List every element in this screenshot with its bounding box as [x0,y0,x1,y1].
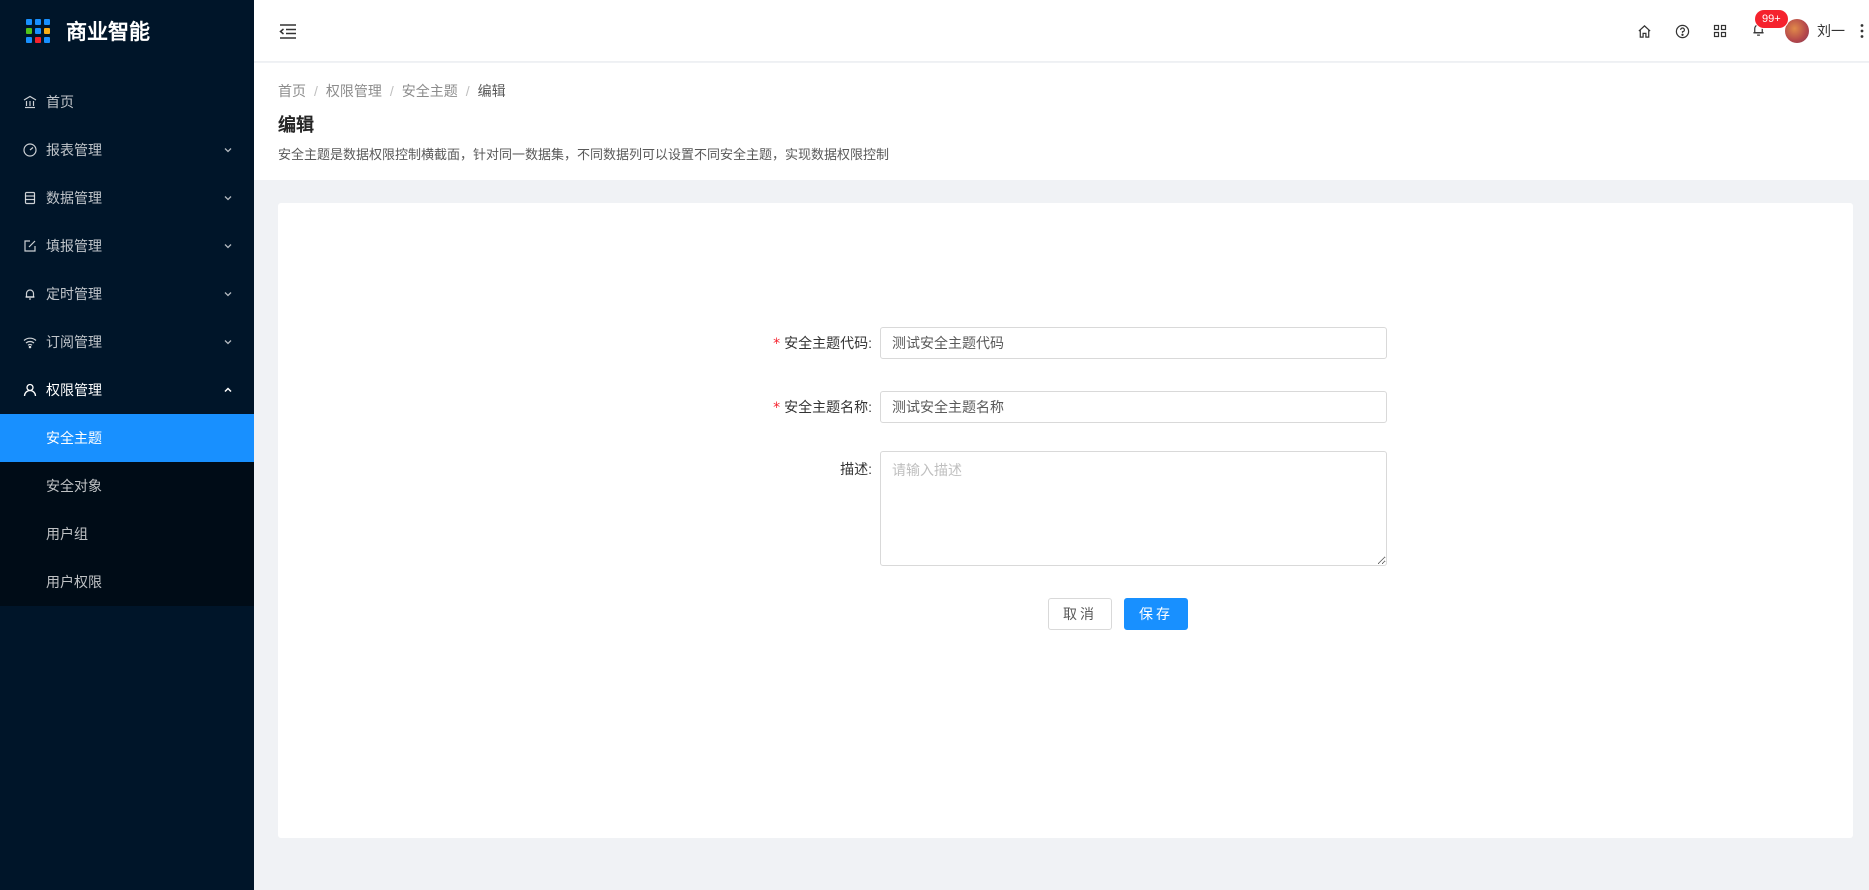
logo-dot [44,28,50,34]
sidebar-item-label: 订阅管理 [46,334,102,350]
required-mark: * [773,336,781,352]
sidebar-item-label: 报表管理 [46,142,102,158]
name-label-text: 安全主题名称: [784,399,872,415]
apps-icon[interactable] [1701,0,1739,62]
page-title: 编辑 [278,115,314,135]
page-description: 安全主题是数据权限控制横截面，针对同一数据集，不同数据列可以设置不同安全主题，实… [278,147,890,162]
required-mark: * [773,400,781,416]
breadcrumb-separator: / [465,83,470,99]
description-textarea[interactable] [880,451,1387,566]
more-vertical-icon[interactable] [1855,0,1869,62]
logo-dot [26,28,32,34]
chevron-down-icon [222,144,234,156]
sidebar-item-data[interactable]: 数据管理 [0,174,254,222]
logo[interactable]: 商业智能 [0,0,254,62]
sidebar-item-label: 定时管理 [46,286,102,302]
user-menu[interactable]: 刘一 [1777,0,1855,62]
logo-dot [26,19,32,25]
dashboard-icon [22,142,38,158]
breadcrumb-security-theme[interactable]: 安全主题 [402,81,458,101]
notification-button[interactable]: 99+ [1739,0,1788,62]
chevron-up-icon [222,384,234,396]
breadcrumb-home[interactable]: 首页 [278,81,306,101]
sidebar-item-schedule[interactable]: 定时管理 [0,270,254,318]
sidebar-subitem-user-group[interactable]: 用户组 [0,510,254,558]
bell-icon [22,286,38,302]
chevron-down-icon [222,192,234,204]
logo-dot [35,19,41,25]
header-actions: 99+ 刘一 [1625,0,1869,62]
help-icon[interactable] [1663,0,1701,62]
breadcrumb: 首页 / 权限管理 / 安全主题 / 编辑 [278,81,506,101]
save-button[interactable]: 保存 [1124,598,1188,630]
name-label: * 安全主题名称: [730,391,880,424]
sidebar-item-subscription[interactable]: 订阅管理 [0,318,254,366]
sidebar-subitem-security-object[interactable]: 安全对象 [0,462,254,510]
sidebar-item-home[interactable]: 首页 [0,78,254,126]
home-icon[interactable] [1625,0,1663,62]
user-icon [22,382,38,398]
menu-fold-icon[interactable] [278,21,298,41]
sidebar-menu: 首页 报表管理 数据管理 填报管理 定时管理 订阅管理 权限管理 安全主题 安全… [0,78,254,606]
code-label: * 安全主题代码: [730,327,880,360]
sidebar-item-label: 首页 [46,94,74,110]
logo-dot [35,28,41,34]
breadcrumb-separator: / [314,83,318,99]
wifi-icon [22,334,38,350]
app-grid-logo-icon [26,19,50,43]
edit-icon [22,238,38,254]
code-label-text: 安全主题代码: [784,335,872,351]
security-theme-code-input[interactable] [880,327,1387,359]
sidebar-subitem-security-theme[interactable]: 安全主题 [0,414,254,462]
form-row-description: 描述: [730,451,1387,566]
form-card: *安全主题代码: *安全主题名称: 描述: 取消 保存 [278,203,1853,838]
chevron-down-icon [222,288,234,300]
description-label: 描述: [840,461,872,477]
avatar [1785,19,1809,43]
security-theme-name-input[interactable] [880,391,1387,423]
top-header: 99+ 刘一 [254,0,1869,62]
logo-dot [44,19,50,25]
logo-dot [44,37,50,43]
breadcrumb-separator: / [389,83,394,99]
sidebar-item-reports[interactable]: 报表管理 [0,126,254,174]
logo-dot [35,37,41,43]
sidebar-item-fill[interactable]: 填报管理 [0,222,254,270]
permissions-submenu: 安全主题 安全对象 用户组 用户权限 [0,414,254,606]
breadcrumb-permissions[interactable]: 权限管理 [326,81,382,101]
breadcrumb-current: 编辑 [477,83,506,99]
sidebar-item-label: 权限管理 [46,382,102,398]
form-row-code: * 安全主题代码: [730,327,1387,360]
form-row-name: * 安全主题名称: [730,391,1387,424]
database-icon [22,190,38,206]
logo-dot [26,37,32,43]
app-title: 商业智能 [66,21,150,44]
sidebar-item-label: 填报管理 [46,238,102,254]
cancel-button[interactable]: 取消 [1048,598,1112,630]
username: 刘一 [1817,23,1845,39]
chevron-down-icon [222,240,234,252]
chevron-down-icon [222,336,234,348]
sidebar-subitem-user-permission[interactable]: 用户权限 [0,558,254,606]
page-header: 首页 / 权限管理 / 安全主题 / 编辑 编辑 安全主题是数据权限控制横截面，… [254,63,1869,180]
notification-count-badge: 99+ [1755,10,1788,28]
bank-icon [22,94,38,110]
sidebar-item-label: 数据管理 [46,190,102,206]
sidebar-item-permissions[interactable]: 权限管理 [0,366,254,414]
sidebar: 商业智能 首页 报表管理 数据管理 填报管理 定时管理 订阅管理 权限管理 安全… [0,0,254,890]
